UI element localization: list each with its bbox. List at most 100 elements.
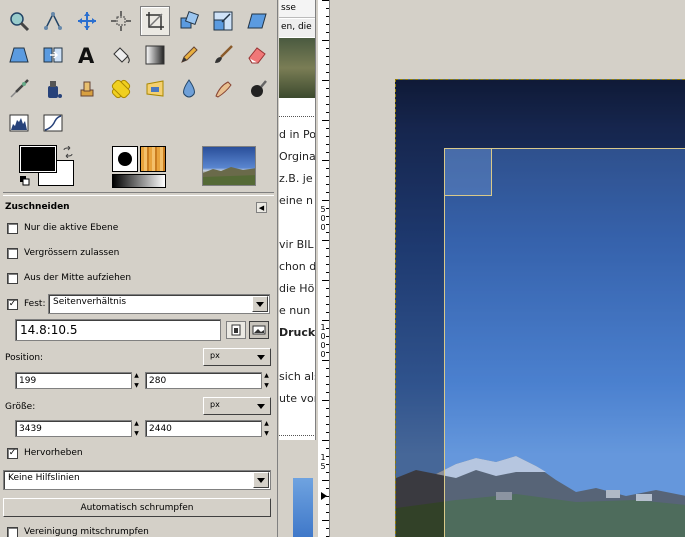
spin-up-icon: ▲ xyxy=(264,420,269,427)
toolbox-panel: A Zuschneiden ◀ Nur die aktive Ebene Ver… xyxy=(0,0,278,537)
tool-options-menu-button[interactable]: ◀ xyxy=(256,202,267,213)
levels-button[interactable] xyxy=(4,108,34,138)
ruler-tick xyxy=(326,248,329,249)
size-width-spinner[interactable]: ▲ ▼ xyxy=(131,420,141,437)
ink-tool-icon xyxy=(48,81,62,98)
paintbrush-tool-button[interactable] xyxy=(208,40,238,70)
crop-rectangle[interactable] xyxy=(444,148,685,537)
from-center-checkbox[interactable] xyxy=(7,273,18,284)
curves-icon xyxy=(43,114,63,132)
vertical-ruler[interactable]: 5 0 0 1 0 0 0 1 5 xyxy=(318,0,330,537)
document-text-line: eine n xyxy=(279,194,314,207)
auto-shrink-button[interactable]: Automatisch schrumpfen xyxy=(3,498,271,517)
blend-tool-icon xyxy=(145,45,165,65)
aspect-ratio-input[interactable]: 14.8:10.5 xyxy=(15,319,221,341)
brush-preview[interactable] xyxy=(112,146,138,172)
portrait-button[interactable] xyxy=(226,321,246,339)
crop-tool-button[interactable] xyxy=(140,6,170,36)
position-unit-value: px xyxy=(210,351,220,360)
clone-tool-icon xyxy=(80,81,94,97)
chevron-down-icon xyxy=(256,301,264,307)
document-text-line: z.B. je xyxy=(279,172,313,185)
move-tool-button[interactable] xyxy=(72,6,102,36)
position-x-value: 199 xyxy=(19,376,37,386)
triangle-left-icon: ◀ xyxy=(258,203,265,212)
default-colors-icon[interactable] xyxy=(20,176,30,186)
position-unit-select[interactable]: px xyxy=(203,348,271,366)
blend-tool-button[interactable] xyxy=(140,40,170,70)
bucket-fill-tool-button[interactable] xyxy=(106,40,136,70)
pencil-tool-button[interactable] xyxy=(174,40,204,70)
size-width-input[interactable]: 3439 xyxy=(15,420,133,437)
text-tool-button[interactable]: A xyxy=(72,40,102,70)
gradient-preview[interactable] xyxy=(112,174,166,188)
ruler-tick xyxy=(322,80,329,81)
document-title: sse xyxy=(279,0,315,18)
ruler-tick xyxy=(326,16,329,17)
ruler-tick xyxy=(326,512,329,513)
ruler-tick xyxy=(322,240,329,241)
eraser-tool-button[interactable] xyxy=(242,40,272,70)
svg-text:A: A xyxy=(78,44,95,66)
ruler-tick xyxy=(326,152,329,153)
position-x-spinner[interactable]: ▲ ▼ xyxy=(131,372,141,389)
size-height-spinner[interactable]: ▲ ▼ xyxy=(261,420,271,437)
dodge-burn-tool-button[interactable] xyxy=(242,74,272,104)
shear-tool-button[interactable] xyxy=(242,6,272,36)
document-text-line: Druck xyxy=(279,326,316,339)
perspective-clone-tool-icon xyxy=(146,80,164,97)
image-canvas[interactable] xyxy=(331,0,685,537)
guides-select[interactable]: Keine Hilfslinien xyxy=(3,470,271,490)
swap-colors-icon[interactable] xyxy=(62,146,74,158)
levels-icon xyxy=(9,114,29,132)
heal-tool-icon xyxy=(111,79,131,99)
airbrush-tool-button[interactable] xyxy=(4,74,34,104)
align-tool-button[interactable] xyxy=(106,6,136,36)
fixed-checkbox[interactable]: ✓ xyxy=(7,299,18,310)
ruler-label: 1 5 xyxy=(320,453,326,471)
document-image-strip xyxy=(293,478,313,537)
size-unit-select[interactable]: px xyxy=(203,397,271,415)
zoom-tool-button[interactable] xyxy=(4,6,34,36)
paths-tool-button[interactable] xyxy=(38,6,68,36)
heal-tool-button[interactable] xyxy=(106,74,136,104)
allow-growing-checkbox[interactable] xyxy=(7,248,18,259)
position-y-spinner[interactable]: ▲ ▼ xyxy=(261,372,271,389)
ruler-tick xyxy=(326,8,329,9)
position-x-input[interactable]: 199 xyxy=(15,372,133,389)
ruler-pointer-icon xyxy=(321,492,327,500)
ink-tool-button[interactable] xyxy=(38,74,68,104)
perspective-tool-button[interactable] xyxy=(4,40,34,70)
blur-tool-button[interactable] xyxy=(174,74,204,104)
active-image-thumbnail[interactable] xyxy=(202,146,256,186)
text-tool-icon: A xyxy=(78,44,95,66)
perspective-clone-tool-button[interactable] xyxy=(140,74,170,104)
smudge-tool-button[interactable] xyxy=(208,74,238,104)
curves-button[interactable] xyxy=(38,108,68,138)
crop-handle-top-left[interactable] xyxy=(444,148,492,196)
flip-tool-button[interactable] xyxy=(38,40,68,70)
highlight-checkbox[interactable]: ✓ xyxy=(7,448,18,459)
landscape-button[interactable] xyxy=(249,321,269,339)
only-active-layer-checkbox[interactable] xyxy=(7,223,18,234)
fixed-mode-value: Seitenverhältnis xyxy=(53,297,127,307)
scale-tool-button[interactable] xyxy=(208,6,238,36)
spin-up-icon: ▲ xyxy=(264,372,269,379)
pattern-preview[interactable] xyxy=(140,146,166,172)
size-height-input[interactable]: 2440 xyxy=(145,420,263,437)
fixed-mode-select[interactable]: Seitenverhältnis xyxy=(48,294,270,314)
ruler-tick xyxy=(326,528,329,529)
shrink-merged-checkbox[interactable] xyxy=(7,527,18,537)
bucket-fill-tool-icon xyxy=(113,47,130,64)
position-y-input[interactable]: 280 xyxy=(145,372,263,389)
clone-tool-button[interactable] xyxy=(72,74,102,104)
ruler-tick xyxy=(322,400,329,401)
dropdown-arrow xyxy=(252,296,268,312)
size-label: Größe: xyxy=(5,402,36,412)
foreground-color[interactable] xyxy=(19,145,57,173)
tool-options-title: Zuschneiden xyxy=(5,202,70,212)
rotate-tool-button[interactable] xyxy=(174,6,204,36)
ruler-tick xyxy=(326,232,329,233)
from-center-label: Aus der Mitte aufziehen xyxy=(24,273,132,283)
brush-shape xyxy=(118,152,132,166)
